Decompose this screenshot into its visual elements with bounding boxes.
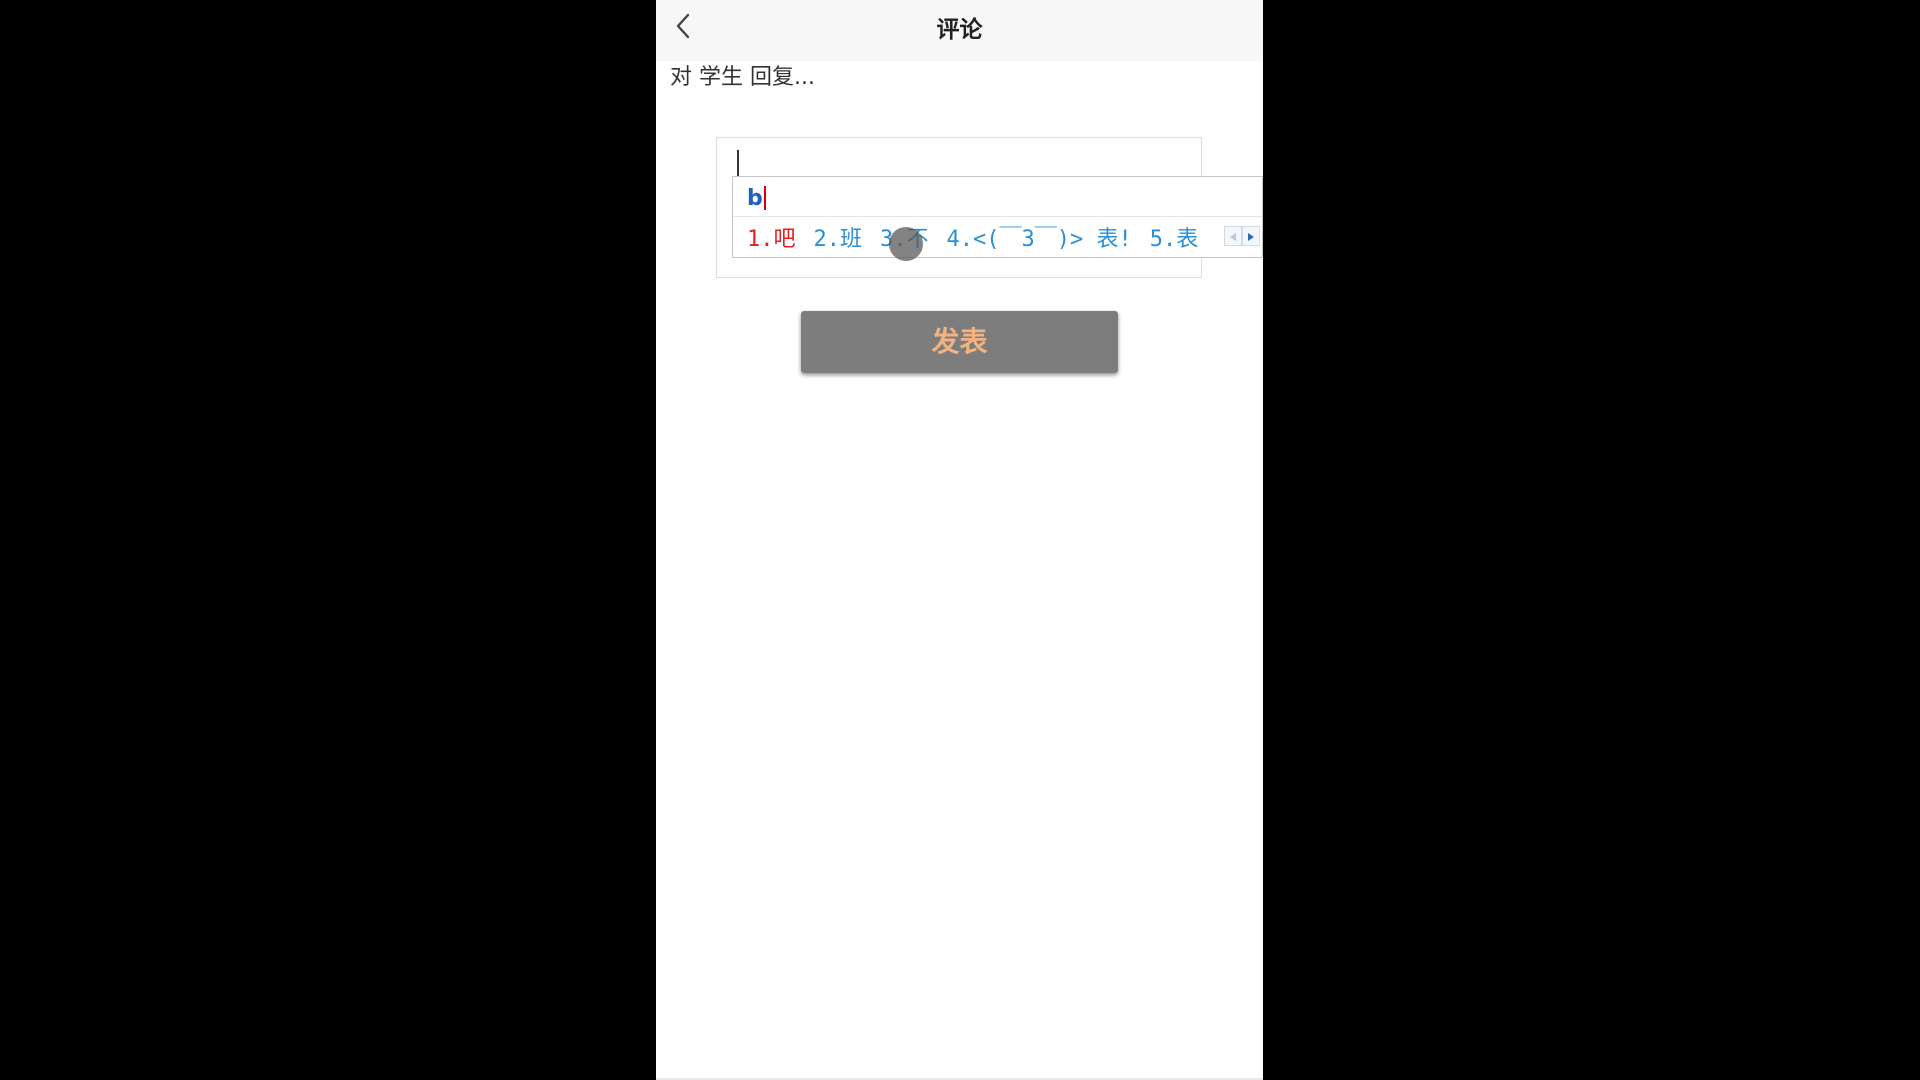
ime-candidate-4[interactable]: 4.<(￣3￣)> 表!: [947, 221, 1132, 253]
ime-candidate-2[interactable]: 2.班: [814, 221, 863, 253]
page-title: 评论: [936, 17, 983, 43]
publish-button[interactable]: 发表: [801, 311, 1118, 373]
text-caret: [737, 150, 739, 178]
ime-prev-page-button[interactable]: [1224, 226, 1242, 246]
mobile-screen: 评论 对 学生 回复... 发表: [656, 0, 1263, 1080]
ime-candidate-5[interactable]: 5.表: [1150, 221, 1199, 253]
top-nav-bar: 评论: [656, 0, 1263, 61]
back-button[interactable]: [666, 8, 700, 48]
ime-composition: b: [747, 183, 766, 213]
reply-target-label: 对 学生 回复...: [670, 65, 815, 90]
ime-candidate-list: 1.吧 2.班 3.不 4.<(￣3￣)> 表! 5.表: [747, 219, 1216, 255]
ime-candidate-window: b 1.吧 2.班 3.不 4.<(￣3￣)> 表! 5.表: [732, 176, 1263, 258]
ime-divider: [733, 216, 1262, 217]
triangle-left-icon: [1229, 227, 1237, 246]
ime-caret: [763, 186, 766, 210]
ime-page-arrows: [1224, 226, 1260, 246]
chevron-left-icon: [674, 12, 692, 44]
ime-next-page-button[interactable]: [1242, 226, 1260, 246]
ime-composition-text: b: [747, 185, 763, 211]
ime-candidate-3[interactable]: 3.不: [880, 221, 929, 253]
triangle-right-icon: [1247, 227, 1255, 246]
ime-candidate-1[interactable]: 1.吧: [747, 221, 796, 253]
